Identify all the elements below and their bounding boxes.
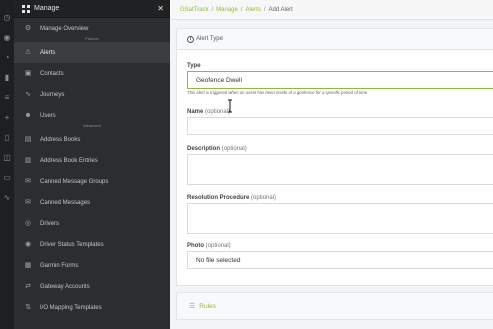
breadcrumb-manage[interactable]: Manage	[216, 7, 238, 13]
map-icon[interactable]: ◉	[3, 34, 11, 42]
close-icon[interactable]: ✕	[157, 4, 164, 13]
sidebar-item-io-mapping-templates[interactable]: ⇅ I/O Mapping Templates	[14, 297, 170, 318]
steering-wheel-icon: ◎	[24, 219, 32, 227]
sidebar-item-garmin-forms[interactable]: ▦ Garmin Forms	[14, 255, 170, 276]
breadcrumb-separator: /	[240, 6, 243, 13]
description-optional: (optional)	[221, 146, 247, 152]
sidebar-item-label: Address Book Entries	[40, 157, 98, 164]
gateway-icon: ⇄	[25, 282, 31, 290]
list-icon[interactable]: ≡	[3, 94, 11, 102]
resolution-label-text: Resolution Procedure	[187, 195, 250, 201]
breadcrumb-separator: /	[211, 6, 214, 13]
message-group-icon: ✉	[25, 177, 31, 185]
name-label: Name (optional)	[187, 109, 230, 115]
resolution-optional: (optional)	[251, 195, 277, 201]
main-content: GSatTrack / Manage / Alerts / Add Alert …	[170, 0, 493, 329]
photo-file-input[interactable]: No file selected	[187, 251, 493, 269]
status-template-icon: ◉	[24, 240, 32, 248]
sidebar-title: Manage	[34, 5, 60, 12]
type-label-text: Type	[187, 63, 201, 69]
truck-icon[interactable]: ▭	[3, 174, 11, 182]
layers-icon[interactable]: ◫	[3, 154, 11, 162]
type-select-value: Geofence Dwell	[196, 76, 242, 84]
info-icon: i	[187, 35, 194, 43]
type-help-text: This alert is triggered when an asset ha…	[187, 90, 369, 95]
breadcrumb-separator: /	[263, 6, 266, 13]
description-textarea[interactable]	[187, 154, 493, 185]
list-icon: ☰	[189, 303, 196, 310]
route-icon: ∿	[25, 90, 31, 98]
alert-type-panel-header: i Alert Type	[176, 28, 493, 50]
message-icon: ✉	[25, 198, 31, 206]
sidebar-header: Manage ✕	[14, 0, 170, 18]
sidebar-item-alerts[interactable]: ⚠ Alerts	[14, 42, 170, 63]
sidebar-item-label: Drivers	[40, 220, 59, 227]
sidebar-item-gateway-accounts[interactable]: ⇄ Gateway Accounts	[14, 276, 170, 297]
sidebar-item-address-books[interactable]: ▤ Address Books	[14, 129, 170, 150]
name-label-text: Name	[187, 109, 204, 115]
alert-triangle-icon: ⚠	[24, 48, 32, 56]
sidebar-item-canned-messages[interactable]: ✉ Canned Messages	[14, 192, 170, 213]
sidebar-item-drivers[interactable]: ◎ Drivers	[14, 213, 170, 234]
chart-icon[interactable]: ▮	[3, 74, 11, 82]
sidebar-item-contacts[interactable]: ▣ Contacts	[14, 63, 170, 84]
breadcrumb-alerts[interactable]: Alerts	[245, 7, 260, 13]
sidebar-item-label: Gateway Accounts	[40, 283, 90, 290]
sidebar-item-label: Address Books	[40, 136, 81, 143]
book-icon: ▤	[24, 135, 32, 143]
dashboard-icon[interactable]: ◷	[3, 14, 11, 22]
resolution-procedure-label: Resolution Procedure (optional)	[187, 195, 276, 201]
clock-icon[interactable]: ◔	[3, 54, 11, 62]
photo-optional: (optional)	[205, 243, 231, 249]
sidebar-item-label: Alerts	[40, 49, 56, 56]
description-label: Description (optional)	[187, 146, 247, 152]
sidebar-item-label: Journeys	[40, 91, 65, 98]
alert-form: Type Geofence Dwell This alert is trigge…	[176, 50, 493, 286]
users-icon: ☻	[24, 111, 32, 119]
sidebar-item-address-book-entries[interactable]: ▥ Address Book Entries	[14, 150, 170, 171]
resolution-procedure-textarea[interactable]	[187, 203, 493, 234]
manage-sidebar: Manage ✕ ⚙ Manage Overview Planner ⚠ Ale…	[14, 0, 170, 329]
sidebar-item-label: Contacts	[40, 70, 64, 77]
sidebar-item-label: Manage Overview	[40, 25, 89, 32]
breadcrumb-current: Add Alert	[268, 6, 293, 13]
graph-icon[interactable]: ∿	[3, 194, 11, 202]
name-input[interactable]	[187, 117, 493, 135]
type-label: Type	[187, 63, 201, 69]
book-entries-icon: ▥	[24, 156, 32, 164]
document-icon[interactable]: ▯	[3, 134, 11, 142]
panel-title: Alert Type	[196, 36, 223, 42]
plus-icon[interactable]: +	[3, 114, 11, 122]
contact-card-icon: ▣	[24, 69, 32, 77]
form-icon: ▦	[24, 261, 32, 269]
io-mapping-icon: ⇅	[25, 303, 31, 311]
breadcrumb: GSatTrack / Manage / Alerts / Add Alert	[170, 0, 493, 20]
photo-file-status: No file selected	[196, 256, 241, 264]
rules-title: Rules	[199, 302, 216, 310]
sidebar-item-driver-status-templates[interactable]: ◉ Driver Status Templates	[14, 234, 170, 255]
sidebar-item-label: Users	[40, 112, 56, 119]
sidebar-item-journeys[interactable]: ∿ Journeys	[14, 84, 170, 105]
photo-label: Photo (optional)	[187, 243, 231, 249]
sidebar-item-label: Canned Message Groups	[40, 178, 109, 185]
type-select[interactable]: Geofence Dwell	[187, 71, 493, 89]
sidebar-item-label: Garmin Forms	[40, 262, 79, 269]
sidebar-item-label: Canned Messages	[40, 199, 91, 206]
photo-label-text: Photo	[187, 243, 204, 249]
grid-icon	[22, 4, 30, 13]
sidebar-item-canned-message-groups[interactable]: ✉ Canned Message Groups	[14, 171, 170, 192]
sidebar-item-label: I/O Mapping Templates	[40, 304, 102, 311]
breadcrumb-gsattrack[interactable]: GSatTrack	[180, 7, 208, 13]
gear-icon: ⚙	[24, 24, 32, 32]
name-optional: (optional)	[205, 109, 231, 115]
text-cursor-icon	[228, 99, 232, 113]
icon-rail: ◷ ◉ ◔ ▮ ≡ + ▯ ◫ ▭ ∿	[0, 0, 14, 329]
sidebar-item-label: Driver Status Templates	[40, 241, 104, 248]
description-label-text: Description	[187, 146, 221, 152]
rules-panel-header[interactable]: ☰ Rules	[176, 292, 493, 320]
